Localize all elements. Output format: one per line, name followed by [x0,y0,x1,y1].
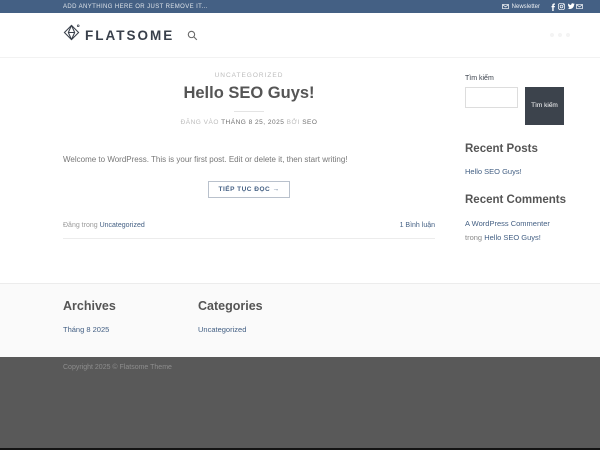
meta-posted-on: ĐĂNG VÀO [180,119,219,126]
footer-widgets: Archives Tháng 8 2025 Categories Uncateg… [0,282,600,357]
topbar-message: ADD ANYTHING HERE OR JUST REMOVE IT... [63,3,208,10]
archives-title: Archives [63,298,116,313]
post-category-label: UNCATEGORIZED [63,72,435,79]
comment-post-link[interactable]: Hello SEO Guys! [484,233,541,242]
email-icon[interactable] [575,2,584,11]
newsletter-link[interactable]: Newsletter [501,2,540,11]
topbar-right: Newsletter [501,2,584,11]
posted-in: Đăng trong Uncategorized [63,222,145,229]
comment-author-link[interactable]: A WordPress Commenter [465,219,550,228]
instagram-icon[interactable] [557,2,566,11]
search-widget-label: Tìm kiếm [465,75,494,82]
post-excerpt: Welcome to WordPress. This is your first… [63,155,348,164]
post-title[interactable]: Hello SEO Guys! [63,84,435,103]
posted-in-category-link[interactable]: Uncategorized [100,222,145,229]
search-input[interactable] [465,87,518,108]
search-icon[interactable] [187,30,198,41]
main-content: UNCATEGORIZED Hello SEO Guys! ĐĂNG VÀO T… [0,58,600,283]
categories-title: Categories [198,298,263,313]
absolute-footer: Copyright 2025 © Flatsome Theme [0,356,600,450]
envelope-icon [501,2,510,11]
sidebar: Tìm kiếm Tìm kiếm Recent Posts Hello SEO… [465,72,568,245]
faint-icon [566,33,570,37]
meta-author-link[interactable]: SEO [302,119,317,126]
read-more-button[interactable]: TIẾP TỤC ĐỌC → [208,181,290,199]
site-header: FLATSOME [0,13,600,58]
brand-name: FLATSOME [85,27,175,43]
faint-icon [550,33,554,37]
categories-widget: Categories Uncategorized [198,299,333,337]
newsletter-label: Newsletter [511,3,540,10]
posted-in-label: Đăng trong [63,222,98,230]
archives-widget: Archives Tháng 8 2025 [63,299,198,337]
topbar: ADD ANYTHING HERE OR JUST REMOVE IT... N… [0,0,600,13]
site-logo[interactable]: FLATSOME [63,24,174,46]
search-widget: Tìm kiếm [465,87,568,125]
post-article: UNCATEGORIZED Hello SEO Guys! ĐĂNG VÀO T… [63,72,435,245]
header-right-icons[interactable] [550,33,570,37]
comment-connector: trong [465,232,483,242]
title-divider [234,111,264,112]
flatsome-gem-icon [63,24,80,46]
post-footer-meta: Đăng trong Uncategorized 1 Bình luận [63,222,435,240]
facebook-icon[interactable] [548,2,557,11]
recent-comment-item: A WordPress Commenter trong Hello SEO Gu… [465,217,568,245]
post-category-link[interactable]: UNCATEGORIZED [215,72,284,79]
search-submit-button[interactable]: Tìm kiếm [525,87,564,125]
recent-posts-title: Recent Posts [465,143,538,155]
archive-link[interactable]: Tháng 8 2025 [63,325,109,334]
post-meta: ĐĂNG VÀO THÁNG 8 25, 2025 BỞI SEO [63,119,435,126]
twitter-icon[interactable] [566,2,575,11]
read-more-wrap: TIẾP TỤC ĐỌC → [63,178,435,199]
recent-post-link[interactable]: Hello SEO Guys! [465,167,568,176]
copyright-text: Copyright 2025 © Flatsome Theme [63,363,172,371]
recent-comments-title: Recent Comments [465,194,566,206]
category-link[interactable]: Uncategorized [198,325,246,334]
meta-date: THÁNG 8 25, 2025 [221,119,285,126]
comments-link[interactable]: 1 Bình luận [400,222,435,229]
faint-icon [558,33,562,37]
meta-by: BỞI [286,119,300,126]
